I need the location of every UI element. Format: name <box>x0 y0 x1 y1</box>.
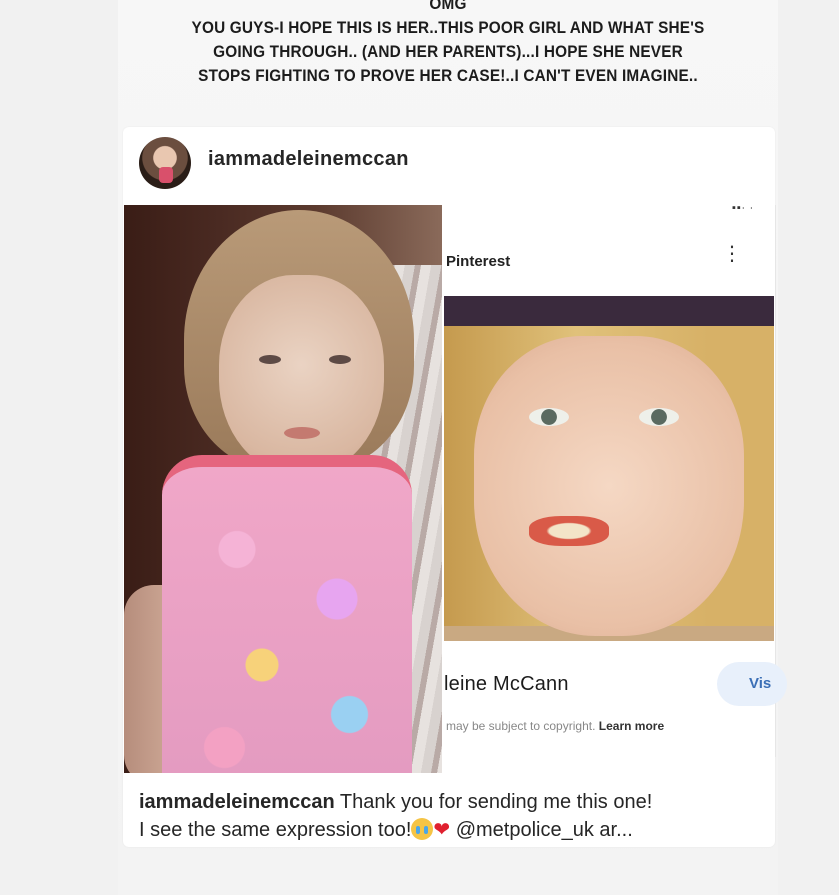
copyright-notice: may be subject to copyright. Learn more <box>446 719 664 733</box>
story-caption: OMG YOU GUYS-I HOPE THIS IS HER..THIS PO… <box>141 0 755 88</box>
caption-text: I see the same expression too! <box>139 819 412 841</box>
avatar[interactable] <box>139 137 191 189</box>
right-photo <box>444 296 774 641</box>
visit-button[interactable]: Vis <box>717 662 787 706</box>
learn-more-link[interactable]: Learn more <box>599 719 664 733</box>
mouth <box>284 427 320 439</box>
eye <box>259 355 281 364</box>
eye <box>529 408 569 426</box>
caption-line: YOU GUYS-I HOPE THIS IS HER..THIS POOR G… <box>191 19 705 37</box>
pinterest-title: Pinterest <box>446 253 511 270</box>
more-options-icon[interactable]: ⋮ <box>722 244 742 264</box>
face <box>219 275 384 475</box>
eye <box>329 355 351 364</box>
caption-text: Thank you for sending me this one! <box>339 791 653 813</box>
post-username[interactable]: iammadeleinemccan <box>208 148 409 171</box>
mention-link[interactable]: @metpolice_uk <box>456 819 594 841</box>
left-photo <box>124 205 442 773</box>
status-bar-icons: ▪▪∙ ∙ <box>732 202 754 214</box>
caption-line: STOPS FIGHTING TO PROVE HER CASE!..I CAN… <box>198 67 698 85</box>
post-caption: iammadeleinemccan Thank you for sending … <box>139 788 764 844</box>
eye <box>639 408 679 426</box>
caption-username[interactable]: iammadeleinemccan <box>139 791 335 813</box>
more-text[interactable]: ar... <box>599 819 632 841</box>
pin-name: leine McCann <box>444 673 569 695</box>
caption-line: GOING THROUGH.. (AND HER PARENTS)...I HO… <box>213 43 683 61</box>
red-heart-icon: ❤ <box>433 819 451 841</box>
face <box>474 336 744 636</box>
mouth <box>529 516 609 546</box>
copyright-text: may be subject to copyright. <box>446 719 596 733</box>
crying-face-icon <box>411 818 434 840</box>
caption-line: OMG <box>429 0 467 13</box>
dress <box>162 455 412 773</box>
